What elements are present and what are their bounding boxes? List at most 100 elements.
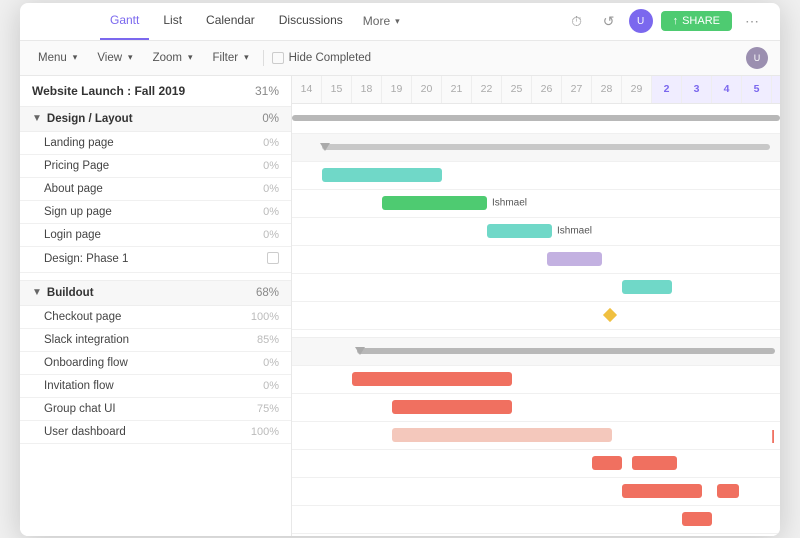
task-user-dashboard[interactable]: User dashboard 100% (20, 421, 291, 444)
gantt-about-row: Ishmael (292, 218, 780, 246)
buildout-triangle (355, 347, 365, 355)
divider (263, 50, 264, 66)
gantt-landing-row (292, 162, 780, 190)
milestone-diamond (603, 308, 617, 322)
task-slack-integration[interactable]: Slack integration 85% (20, 329, 291, 352)
chevron-down-icon: ▾ (395, 16, 400, 27)
group-name-buildout: Buildout (47, 287, 94, 299)
task-login-page[interactable]: Login page 0% (20, 224, 291, 247)
task-invitation-flow[interactable]: Invitation flow 0% (20, 375, 291, 398)
col-20: 20 (412, 76, 442, 103)
hide-completed-checkbox[interactable] (272, 52, 284, 64)
task-signup-page[interactable]: Sign up page 0% (20, 201, 291, 224)
assignee-avatar: U (746, 47, 768, 69)
filter-button[interactable]: Filter ▾ (207, 49, 255, 67)
tab-more[interactable]: More ▾ (357, 6, 406, 36)
group-spacer (20, 273, 291, 281)
project-bar (292, 115, 780, 121)
invitation-bar2 (632, 456, 677, 470)
task-design-phase1[interactable]: Design: Phase 1 (20, 247, 291, 273)
task-about-page[interactable]: About page 0% (20, 178, 291, 201)
landing-bar (322, 168, 442, 182)
col-3: 3 (682, 76, 712, 103)
col-28: 28 (592, 76, 622, 103)
col-25: 25 (502, 76, 532, 103)
buildout-bar (357, 348, 775, 354)
gantt-buildout-row (292, 338, 780, 366)
pricing-label: Ishmael (492, 198, 527, 209)
onboarding-marker: | (771, 427, 775, 443)
task-landing-page[interactable]: Landing page 0% (20, 132, 291, 155)
tab-discussions[interactable]: Discussions (269, 3, 353, 41)
task-onboarding-flow[interactable]: Onboarding flow 0% (20, 352, 291, 375)
groupchat-bar (622, 484, 702, 498)
tab-calendar[interactable]: Calendar (196, 3, 265, 41)
app-window: Gantt List Calendar Discussions More ▾ ⏱… (20, 3, 780, 536)
group-percent-buildout: 68% (256, 287, 279, 299)
col-29: 29 (622, 76, 652, 103)
gantt-rows: Ishmael Ishmael (292, 104, 780, 534)
task-pricing-page[interactable]: Pricing Page 0% (20, 155, 291, 178)
col-19: 19 (382, 76, 412, 103)
gantt-signup-row (292, 246, 780, 274)
hide-completed-toggle[interactable]: Hide Completed (272, 52, 371, 64)
left-panel: Website Launch : Fall 2019 31% ▼ Design … (20, 76, 292, 536)
group-header-buildout[interactable]: ▼ Buildout 68% (20, 281, 291, 306)
task-checkout-page[interactable]: Checkout page 100% (20, 306, 291, 329)
group-name-design: Design / Layout (47, 113, 133, 125)
view-button[interactable]: View ▾ (91, 49, 138, 67)
toolbar: Menu ▾ View ▾ Zoom ▾ Filter ▾ Hide Compl… (20, 41, 780, 76)
main-content: Website Launch : Fall 2019 31% ▼ Design … (20, 76, 780, 536)
about-bar (487, 224, 552, 238)
col-14: 14 (292, 76, 322, 103)
share-icon: ↑ (673, 15, 679, 27)
task-group-chat[interactable]: Group chat UI 75% (20, 398, 291, 421)
col-6: 6 (772, 76, 780, 103)
milestone-checkbox (267, 252, 279, 264)
clock-icon[interactable]: ⏱ (565, 9, 589, 33)
group-header-design[interactable]: ▼ Design / Layout 0% (20, 107, 291, 132)
slack-bar (392, 400, 512, 414)
menu-chevron-icon: ▾ (73, 52, 78, 63)
col-15: 15 (322, 76, 352, 103)
group1-triangle (320, 143, 330, 151)
collapse-icon-2: ▼ (32, 287, 42, 298)
groupchat-bar2 (717, 484, 739, 498)
signup-bar (547, 252, 602, 266)
col-2: 2 (652, 76, 682, 103)
share-button[interactable]: ↑ SHARE (661, 11, 732, 31)
group1-bar (322, 144, 770, 150)
gantt-panel: 14 15 18 19 20 21 22 25 26 27 28 29 2 3 … (292, 76, 780, 536)
nav-right-actions: ⏱ ↺ U ↑ SHARE ⋯ (565, 9, 764, 33)
gantt-slack-row (292, 394, 780, 422)
gantt-checkout-row (292, 366, 780, 394)
checkout-bar (352, 372, 512, 386)
gantt-onboarding-row: | (292, 422, 780, 450)
col-4: 4 (712, 76, 742, 103)
onboarding-bar (392, 428, 612, 442)
group-percent-design: 0% (262, 113, 279, 125)
invitation-bar (592, 456, 622, 470)
filter-chevron-icon: ▾ (244, 52, 249, 63)
view-chevron-icon: ▾ (128, 52, 133, 63)
gantt-invitation-row (292, 450, 780, 478)
gantt-header: 14 15 18 19 20 21 22 25 26 27 28 29 2 3 … (292, 76, 780, 104)
more-icon[interactable]: ⋯ (740, 9, 764, 33)
gantt-dashboard-row (292, 506, 780, 534)
tab-gantt[interactable]: Gantt (100, 3, 149, 41)
refresh-icon[interactable]: ↺ (597, 9, 621, 33)
col-21: 21 (442, 76, 472, 103)
gantt-login-row (292, 274, 780, 302)
tab-list[interactable]: List (153, 3, 192, 41)
project-percent: 31% (255, 84, 279, 98)
col-5: 5 (742, 76, 772, 103)
zoom-button[interactable]: Zoom ▾ (147, 49, 199, 67)
gantt-group1-row (292, 134, 780, 162)
pricing-bar (382, 196, 487, 210)
project-header: Website Launch : Fall 2019 31% (20, 76, 291, 107)
project-title: Website Launch : Fall 2019 (32, 84, 185, 98)
collapse-icon: ▼ (32, 113, 42, 124)
menu-button[interactable]: Menu ▾ (32, 49, 83, 67)
login-bar (622, 280, 672, 294)
col-27: 27 (562, 76, 592, 103)
